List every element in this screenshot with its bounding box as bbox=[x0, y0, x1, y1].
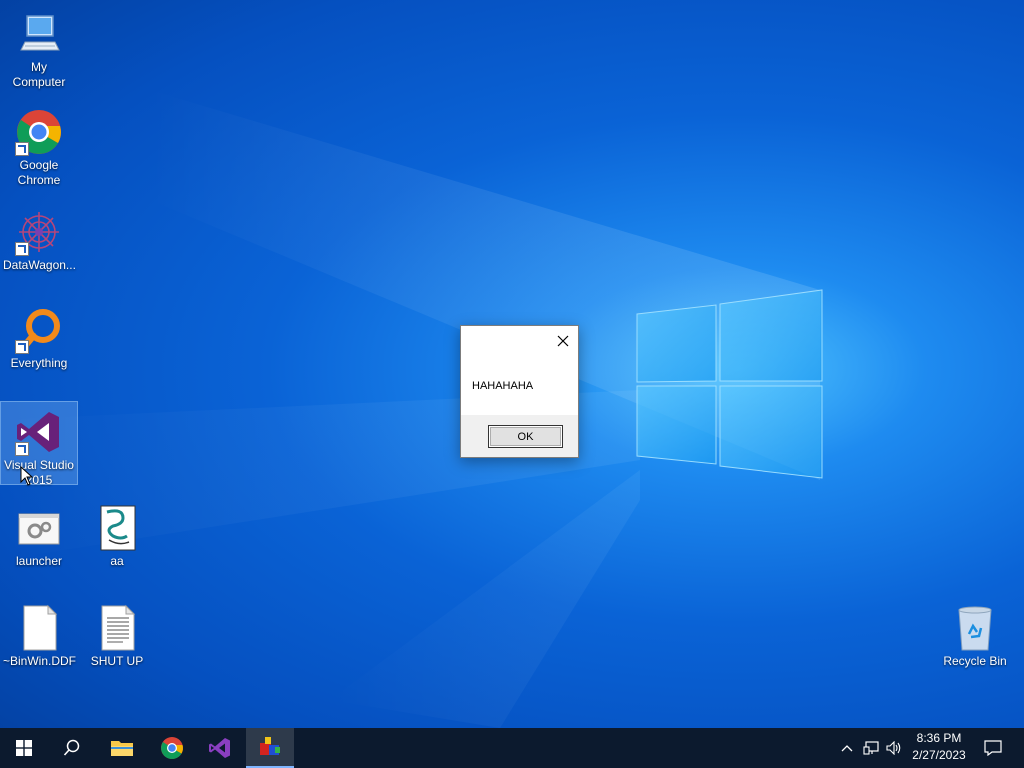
running-app-icon bbox=[260, 737, 280, 755]
desktop-icon-label: ~BinWin.DDF bbox=[3, 654, 77, 668]
desktop-icon-my-computer[interactable]: My Computer bbox=[1, 4, 77, 90]
desktop-icon-shut-up[interactable]: SHUT UP bbox=[79, 598, 155, 669]
volume-button[interactable] bbox=[884, 728, 904, 768]
visual-studio-icon bbox=[15, 408, 63, 456]
volume-icon bbox=[886, 741, 901, 755]
desktop-icon-launcher[interactable]: launcher bbox=[1, 498, 77, 569]
shortcut-arrow-icon bbox=[15, 142, 29, 156]
taskbar-chrome[interactable] bbox=[148, 728, 196, 768]
desktop-icon-datawagon[interactable]: DataWagon... bbox=[1, 202, 77, 273]
close-icon bbox=[557, 335, 569, 347]
search-icon bbox=[63, 739, 80, 756]
desktop-icon-google-chrome[interactable]: Google Chrome bbox=[1, 102, 77, 188]
shortcut-arrow-icon bbox=[15, 340, 29, 354]
desktop-icon-label: Google Chrome bbox=[17, 158, 61, 187]
start-button[interactable] bbox=[0, 728, 48, 768]
desktop-icon-aa[interactable]: aa bbox=[79, 498, 155, 569]
desktop-icon-label: Visual Studio 2015 bbox=[4, 458, 74, 487]
datawagon-icon bbox=[15, 208, 63, 256]
desktop-icon-visual-studio[interactable]: Visual Studio 2015 bbox=[0, 401, 78, 487]
shortcut-arrow-icon bbox=[15, 442, 29, 456]
message-text: HAHAHAHA bbox=[472, 380, 534, 392]
show-hidden-icons-button[interactable] bbox=[838, 728, 856, 768]
desktop-icon-label: Everything bbox=[10, 356, 68, 370]
notification-icon bbox=[984, 740, 1002, 756]
ok-button[interactable]: OK bbox=[488, 425, 563, 448]
taskbar-clock[interactable]: 8:36 PM 2/27/2023 bbox=[906, 730, 972, 766]
clock-date: 2/27/2023 bbox=[912, 748, 966, 762]
taskbar: 8:36 PM 2/27/2023 bbox=[0, 728, 1024, 768]
file-explorer-icon bbox=[111, 741, 133, 756]
taskbar-visual-studio[interactable] bbox=[196, 728, 244, 768]
mouse-cursor-icon bbox=[20, 466, 34, 486]
chevron-up-icon bbox=[841, 745, 853, 752]
windows-logo bbox=[636, 289, 823, 479]
desktop-icon-everything[interactable]: Everything bbox=[1, 300, 77, 371]
windows-start-icon bbox=[16, 740, 32, 756]
close-button[interactable] bbox=[556, 334, 570, 348]
clock-time: 8:36 PM bbox=[916, 731, 962, 745]
desktop-icon-label: DataWagon... bbox=[3, 258, 76, 272]
everything-search-icon bbox=[15, 306, 63, 354]
recycle-bin-icon bbox=[951, 604, 999, 652]
notification-center-button[interactable] bbox=[978, 728, 1008, 768]
chrome-icon bbox=[15, 108, 63, 156]
desktop-icon-binwin-ddf[interactable]: ~BinWin.DDF bbox=[1, 598, 77, 669]
visual-studio-icon bbox=[209, 738, 230, 758]
desktop-icon-recycle-bin[interactable]: Recycle Bin bbox=[937, 598, 1013, 669]
network-icon bbox=[863, 741, 879, 755]
launcher-gear-icon bbox=[15, 504, 63, 552]
taskbar-running-app[interactable] bbox=[246, 728, 294, 768]
script-file-icon bbox=[93, 504, 141, 552]
computer-icon bbox=[15, 10, 63, 58]
network-button[interactable] bbox=[860, 728, 882, 768]
text-file-icon bbox=[93, 604, 141, 652]
desktop-icon-label: My Computer bbox=[12, 60, 66, 89]
chrome-icon bbox=[161, 737, 183, 759]
desktop-icon-label: SHUT UP bbox=[90, 654, 144, 668]
search-button[interactable] bbox=[48, 728, 96, 768]
desktop-icon-label: launcher bbox=[15, 554, 63, 568]
desktop-icon-label: Recycle Bin bbox=[943, 654, 1007, 668]
shortcut-arrow-icon bbox=[15, 242, 29, 256]
dialog-footer: OK bbox=[461, 415, 578, 457]
message-box-dialog: HAHAHAHA OK bbox=[460, 325, 579, 458]
blank-file-icon bbox=[15, 604, 63, 652]
desktop-icon-label: aa bbox=[110, 554, 124, 568]
taskbar-file-explorer[interactable] bbox=[98, 728, 146, 768]
